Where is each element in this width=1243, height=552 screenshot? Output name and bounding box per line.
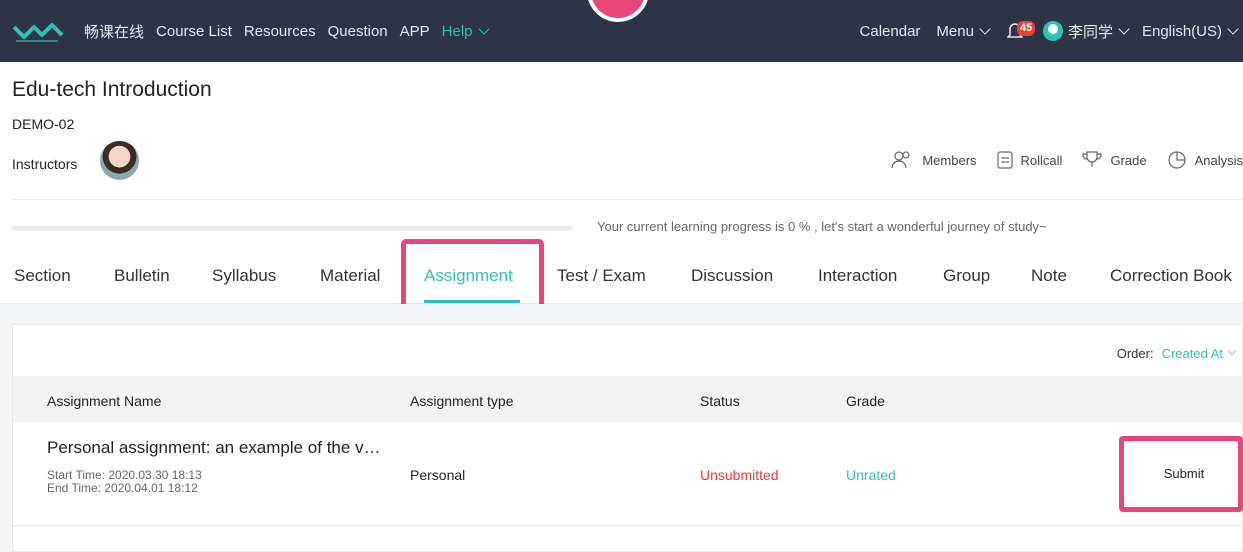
tab-bulletin[interactable]: Bulletin	[114, 266, 170, 286]
tab-note[interactable]: Note	[1031, 266, 1067, 286]
order-control: Order: Created At	[1116, 346, 1237, 361]
notification-badge: 45	[1016, 21, 1036, 36]
chevron-down-icon	[1118, 22, 1130, 35]
header-assignment-name: Assignment Name	[47, 393, 162, 409]
members-icon	[891, 151, 910, 169]
language-dropdown[interactable]: English(US)	[1141, 22, 1239, 40]
tab-correction-book[interactable]: Correction Book	[1110, 266, 1232, 286]
tab-interaction[interactable]: Interaction	[818, 266, 897, 286]
grade-value: Unrated	[846, 467, 896, 483]
nav-course-list-link[interactable]: Course List	[156, 23, 232, 40]
chevron-down-icon	[979, 22, 991, 35]
tab-discussion[interactable]: Discussion	[691, 266, 773, 286]
language-label: English(US)	[1141, 22, 1222, 40]
order-label: Order:	[1116, 346, 1154, 361]
tab-group[interactable]: Group	[943, 266, 990, 286]
learning-progress-bar	[12, 226, 572, 231]
nav-resources-link[interactable]: Resources	[244, 23, 316, 40]
course-code: DEMO-02	[12, 116, 75, 132]
logo-icon[interactable]	[12, 17, 64, 45]
header-grade: Grade	[846, 393, 885, 409]
grade-button[interactable]: Grade	[1082, 151, 1147, 169]
analysis-button[interactable]: Analysis	[1167, 150, 1243, 170]
nav-menu-dropdown[interactable]: Menu	[936, 22, 991, 40]
tab-material[interactable]: Material	[320, 266, 380, 286]
chevron-down-icon[interactable]	[1227, 346, 1237, 356]
highlight-circle-marker	[587, 0, 649, 22]
rollcall-icon	[996, 151, 1013, 169]
course-tools: Members Rollcall Grade Analysis	[870, 150, 1243, 170]
nav-calendar-link[interactable]: Calendar	[860, 23, 921, 40]
tab-section[interactable]: Section	[14, 266, 71, 286]
nav-left-links: 畅课在线 Course List Resources Question APP …	[84, 0, 500, 62]
assignment-end-time: End Time: 2020.04.01 18:12	[47, 481, 198, 495]
user-menu-dropdown[interactable]: 李同学	[1067, 21, 1130, 42]
highlight-box-submit	[1119, 436, 1243, 512]
chevron-down-icon	[1227, 22, 1239, 35]
nav-help-label: Help	[441, 22, 473, 40]
assignment-start-time: Start Time: 2020.03.30 18:13	[47, 468, 202, 482]
rollcall-button[interactable]: Rollcall	[996, 151, 1063, 169]
instructor-avatar[interactable]	[100, 141, 139, 180]
nav-help-dropdown[interactable]: Help	[441, 22, 490, 40]
header-divider	[12, 199, 1243, 200]
nav-menu-label: Menu	[936, 22, 974, 40]
tab-test-exam[interactable]: Test / Exam	[557, 266, 646, 286]
assignment-name-link[interactable]: Personal assignment: an example of the v…	[47, 438, 381, 458]
rollcall-label: Rollcall	[1020, 152, 1063, 168]
nav-brand-link[interactable]: 畅课在线	[84, 21, 144, 42]
notification-button[interactable]: 45	[1006, 19, 1036, 43]
learning-progress-text: Your current learning progress is 0 % , …	[597, 219, 1047, 234]
order-select[interactable]: Created At	[1162, 346, 1223, 361]
trophy-icon	[1082, 151, 1103, 167]
table-row: Personal assignment: an example of the v…	[13, 422, 1243, 526]
header-status: Status	[700, 393, 740, 409]
top-nav-bar: 畅课在线 Course List Resources Question APP …	[0, 0, 1243, 62]
nav-right-links: Calendar Menu 45 李同学 English(US)	[860, 0, 1239, 62]
table-header: Assignment Name Assignment type Status G…	[13, 376, 1243, 422]
nav-question-link[interactable]: Question	[328, 23, 388, 40]
user-name: 李同学	[1067, 23, 1113, 41]
chevron-down-icon	[477, 22, 490, 35]
course-tabs: Section Bulletin Syllabus Material Assig…	[0, 262, 1243, 304]
header-assignment-type: Assignment type	[410, 393, 514, 409]
analysis-label: Analysis	[1194, 152, 1243, 168]
status-badge: Unsubmitted	[700, 467, 779, 483]
user-avatar[interactable]	[1042, 21, 1063, 41]
grade-label: Grade	[1110, 152, 1147, 168]
assignment-type: Personal	[410, 467, 466, 483]
tab-syllabus[interactable]: Syllabus	[212, 266, 276, 286]
nav-app-link[interactable]: APP	[400, 23, 430, 40]
instructors-label: Instructors	[12, 156, 78, 172]
pie-chart-icon	[1167, 151, 1186, 169]
members-button[interactable]: Members	[890, 150, 977, 170]
members-label: Members	[922, 152, 977, 168]
course-title: Edu-tech Introduction	[12, 78, 212, 101]
